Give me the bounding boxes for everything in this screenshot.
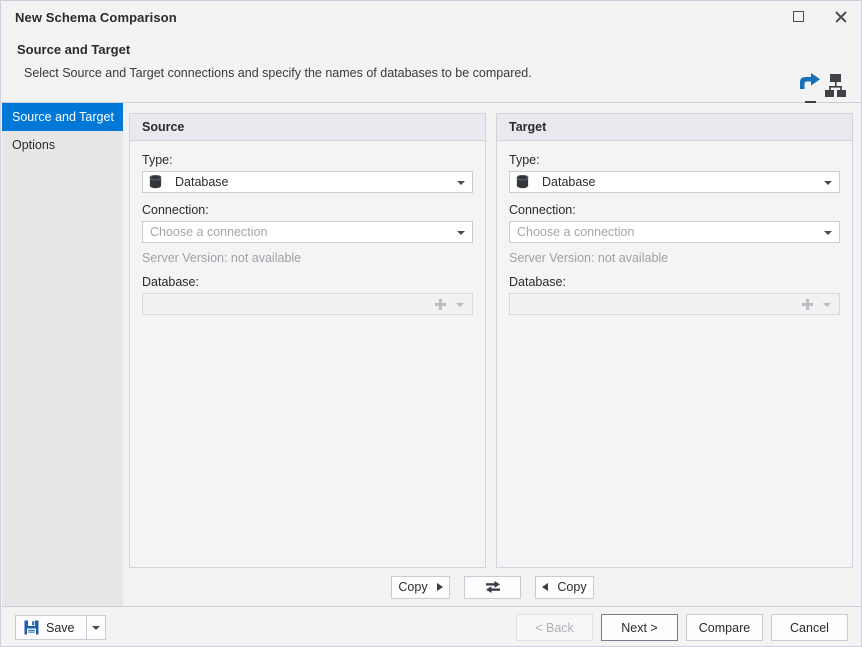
target-panel: Target Type: Database Connection: Choose… — [496, 113, 853, 568]
title-bar: New Schema Comparison — [1, 1, 861, 34]
source-type-value: Database — [175, 175, 229, 189]
source-panel-header: Source — [130, 114, 485, 141]
compare-label: Compare — [698, 620, 751, 635]
target-database-field[interactable] — [509, 293, 840, 315]
cancel-label: Cancel — [790, 620, 829, 635]
target-connection-label: Connection: — [509, 203, 576, 217]
swap-arrows-icon — [485, 581, 500, 593]
target-type-value: Database — [542, 175, 596, 189]
next-button[interactable]: Next > — [601, 614, 678, 641]
dialog-header: Source and Target Select Source and Targ… — [1, 34, 861, 124]
copy-to-target-label: Copy — [398, 580, 428, 594]
target-connection-placeholder: Choose a connection — [517, 225, 635, 239]
save-disk-icon — [24, 620, 39, 635]
target-server-version: Server Version: not available — [509, 251, 669, 265]
source-type-label: Type: — [142, 153, 173, 167]
chevron-down-icon — [457, 231, 465, 235]
wizard-nav-buttons: < Back Next > Compare Cancel — [516, 614, 848, 641]
save-dropdown-button[interactable] — [85, 615, 106, 640]
source-database-field[interactable] — [142, 293, 473, 315]
source-panel-title: Source — [142, 120, 185, 134]
sidebar-item-options[interactable]: Options — [2, 131, 123, 159]
dialog-footer: Save < Back Next > Compare Cancel — [2, 606, 861, 646]
copy-to-target-button[interactable]: Copy — [391, 575, 450, 599]
chevron-down-icon — [824, 231, 832, 235]
next-label: Next > — [621, 620, 658, 635]
chevron-down-icon[interactable] — [456, 303, 464, 307]
source-server-version: Server Version: not available — [142, 251, 302, 265]
window-title: New Schema Comparison — [15, 10, 177, 25]
page-title: Source and Target — [17, 42, 131, 57]
chevron-down-icon — [91, 625, 100, 630]
copy-to-source-label: Copy — [557, 580, 587, 594]
new-schema-comparison-dialog: New Schema Comparison Source and Target … — [0, 0, 862, 647]
database-icon — [149, 175, 162, 189]
compare-button[interactable]: Compare — [686, 614, 763, 641]
swap-source-target-button[interactable] — [464, 575, 521, 599]
target-panel-header: Target — [497, 114, 852, 141]
source-connection-label: Connection: — [142, 203, 209, 217]
maximize-icon — [792, 11, 804, 22]
close-button[interactable] — [819, 1, 861, 32]
copy-to-source-button[interactable]: Copy — [535, 575, 594, 599]
chevron-down-icon — [824, 181, 832, 185]
target-database-label: Database: — [509, 275, 566, 289]
source-type-dropdown[interactable]: Database — [142, 171, 473, 193]
sidebar-item-label: Options — [12, 138, 56, 152]
target-type-dropdown[interactable]: Database — [509, 171, 840, 193]
copy-controls-row: Copy Copy — [123, 575, 861, 599]
page-description: Select Source and Target connections and… — [24, 66, 532, 80]
arrow-left-icon — [542, 583, 549, 591]
save-label: Save — [46, 620, 75, 635]
source-connection-dropdown[interactable]: Choose a connection — [142, 221, 473, 243]
wizard-sidebar: Source and Target Options — [2, 103, 123, 606]
plus-icon[interactable] — [802, 299, 813, 310]
wizard-content: Source Type: Database Connection: Choose… — [123, 103, 861, 606]
chevron-down-icon — [457, 181, 465, 185]
back-button[interactable]: < Back — [516, 614, 593, 641]
target-connection-dropdown[interactable]: Choose a connection — [509, 221, 840, 243]
back-label: < Back — [535, 620, 574, 635]
close-icon — [834, 10, 847, 23]
source-database-label: Database: — [142, 275, 199, 289]
target-panel-title: Target — [509, 120, 547, 134]
database-icon — [516, 175, 529, 189]
source-connection-placeholder: Choose a connection — [150, 225, 268, 239]
sidebar-item-label: Source and Target — [12, 110, 114, 124]
target-type-label: Type: — [509, 153, 540, 167]
cancel-button[interactable]: Cancel — [771, 614, 848, 641]
save-button[interactable]: Save — [15, 615, 86, 640]
chevron-down-icon[interactable] — [823, 303, 831, 307]
sidebar-item-source-and-target[interactable]: Source and Target — [2, 103, 123, 131]
save-button-group: Save — [15, 615, 106, 640]
arrow-right-icon — [436, 583, 443, 591]
plus-icon[interactable] — [435, 299, 446, 310]
source-panel: Source Type: Database Connection: Choose… — [129, 113, 486, 568]
maximize-button[interactable] — [777, 1, 819, 32]
